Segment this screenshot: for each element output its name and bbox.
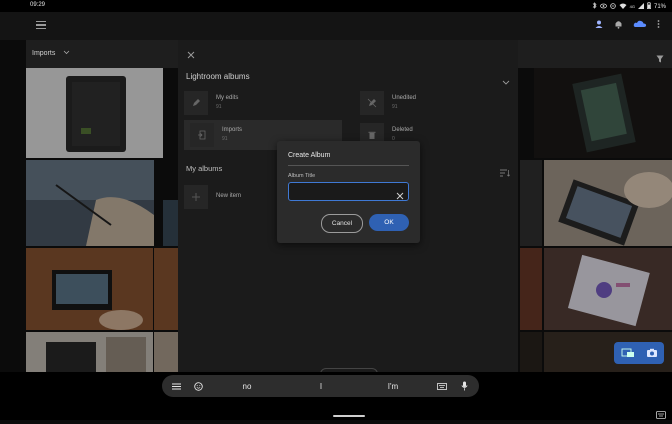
imports-dropdown[interactable]: Imports — [32, 50, 70, 57]
photo-wallet[interactable] — [26, 68, 163, 158]
breadcrumb-label: Imports — [32, 50, 56, 57]
create-album-dialog: Create Album Album Title Cancel OK — [277, 141, 420, 243]
more-vert-icon[interactable] — [657, 19, 660, 32]
photo-partial-right-2[interactable] — [520, 248, 542, 330]
bluetooth-icon — [592, 2, 597, 11]
panel-title: Lightroom albums — [186, 72, 250, 81]
photo-partial-1[interactable] — [154, 248, 178, 330]
cloud-icon[interactable] — [633, 19, 647, 32]
cancel-button[interactable]: Cancel — [321, 214, 363, 233]
left-margin — [0, 40, 26, 372]
album-my-edits[interactable]: My edits 91 — [178, 88, 328, 118]
photo-device-dark[interactable] — [534, 68, 672, 158]
battery-icon — [646, 2, 651, 11]
photo-tablet-pen-right[interactable] — [544, 160, 672, 246]
wifi-icon — [619, 3, 627, 11]
chevron-down-icon — [64, 50, 70, 55]
album-label: Unedited — [392, 95, 417, 101]
eye-icon — [599, 3, 607, 11]
photo-tablet-bottom[interactable] — [26, 332, 153, 372]
photo-chart-tablet[interactable] — [544, 248, 672, 330]
close-icon[interactable] — [186, 47, 196, 59]
my-albums-title: My albums — [186, 164, 223, 173]
album-count: 91 — [392, 104, 398, 110]
album-count: 91 — [216, 104, 222, 110]
album-label: Deleted — [392, 127, 413, 133]
menu-icon[interactable] — [168, 375, 184, 397]
battery-percent: 71% — [653, 3, 666, 10]
pencil-icon — [184, 91, 208, 115]
suggestion-3[interactable]: I'm — [368, 375, 418, 397]
album-label: Imports — [222, 127, 243, 133]
photo-partial-3[interactable] — [163, 200, 178, 246]
new-item-label: New item — [216, 193, 242, 199]
app-bar — [0, 12, 672, 40]
hamburger-icon[interactable] — [36, 21, 46, 30]
signal-icon — [637, 2, 644, 11]
camera-icon — [647, 348, 657, 357]
album-title-label: Album Title — [288, 173, 316, 179]
clear-icon[interactable] — [396, 187, 404, 200]
photo-partial-right-3[interactable] — [520, 332, 542, 372]
emoji-icon[interactable] — [190, 375, 206, 397]
add-photo-icon — [621, 348, 634, 357]
no-edit-icon — [360, 91, 384, 115]
add-photos-fab[interactable] — [614, 342, 664, 364]
photo-partial-2[interactable] — [154, 332, 178, 372]
photo-laptop-desk[interactable] — [26, 248, 153, 330]
home-handle[interactable] — [333, 415, 365, 417]
keyboard-suggestion-strip: no I I'm — [162, 375, 479, 397]
import-icon — [190, 123, 214, 147]
album-unedited[interactable]: Unedited 91 — [354, 88, 504, 118]
status-bar: 09:29 4G 71% — [0, 0, 672, 12]
album-title-input[interactable] — [293, 185, 389, 197]
album-label: My edits — [216, 95, 239, 101]
photo-pen-tablet[interactable] — [26, 160, 154, 246]
filter-icon[interactable] — [656, 50, 664, 63]
chevron-down-icon[interactable] — [502, 73, 510, 85]
suggestion-2[interactable]: I — [296, 375, 346, 397]
dialog-divider — [288, 165, 409, 166]
dialog-title: Create Album — [288, 152, 331, 159]
status-time: 09:29 — [30, 2, 46, 8]
dnd-icon — [609, 2, 616, 11]
mic-icon[interactable] — [456, 375, 472, 397]
person-sync-icon[interactable] — [594, 19, 604, 32]
photo-partial-right-1[interactable] — [520, 160, 542, 246]
navigation-bar — [0, 402, 672, 420]
ok-button[interactable]: OK — [369, 214, 409, 231]
keyboard-switch-icon[interactable] — [656, 406, 666, 419]
plus-icon — [184, 185, 208, 209]
network-label: 4G — [629, 4, 635, 9]
album-count: 91 — [222, 136, 228, 142]
keyboard-icon[interactable] — [434, 375, 450, 397]
sort-icon[interactable] — [500, 164, 510, 177]
album-title-field[interactable] — [288, 182, 409, 201]
suggestion-1[interactable]: no — [222, 375, 272, 397]
bell-icon[interactable] — [614, 19, 623, 32]
